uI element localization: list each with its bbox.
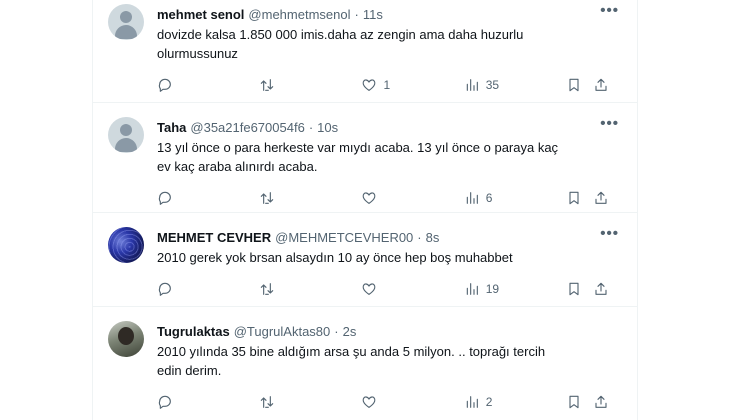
bookmark-button[interactable]	[566, 77, 594, 93]
tweet[interactable]: ••• Taha @35a21fe670054f6 · 10s 13 yıl ö…	[93, 103, 637, 213]
tweet[interactable]: Tugrulaktas @TugrulAktas80 · 2s 2010 yıl…	[93, 307, 637, 420]
share-icon	[595, 395, 608, 408]
tweet[interactable]: ••• mehmet senol @mehmetmsenol · 11s dov…	[93, 0, 637, 103]
tweet-text: 2010 yılında 35 bine aldığım arsa şu and…	[157, 344, 546, 378]
tweet-header: Taha @35a21fe670054f6 · 10s	[157, 117, 621, 137]
timestamp[interactable]: 11s	[363, 7, 383, 22]
like-icon	[363, 192, 376, 204]
more-options-icon[interactable]: •••	[600, 115, 619, 132]
retweet-icon	[261, 396, 274, 408]
avatar[interactable]	[108, 117, 144, 153]
separator: ·	[417, 229, 422, 245]
tweet-text: 13 yıl önce o para herkeste var mıydı ac…	[157, 140, 559, 174]
bookmark-icon	[569, 395, 579, 409]
bookmark-button[interactable]	[566, 394, 594, 410]
reply-icon	[158, 78, 171, 92]
views-icon	[466, 192, 478, 204]
like-button[interactable]: 1	[361, 77, 463, 93]
tweet-header: mehmet senol @mehmetmsenol · 11s	[157, 4, 621, 24]
avatar[interactable]	[108, 227, 144, 263]
tweet-header: Tugrulaktas @TugrulAktas80 · 2s	[157, 321, 621, 341]
views-count: 35	[485, 78, 500, 92]
tweet[interactable]: ••• MEHMET CEVHER @MEHMETCEVHER00 · 8s 2…	[93, 213, 637, 307]
more-options-icon[interactable]: •••	[600, 225, 619, 242]
user-handle[interactable]: @MEHMETCEVHER00	[275, 230, 413, 245]
views-button[interactable]: 2	[464, 394, 566, 410]
share-button[interactable]	[593, 190, 621, 206]
share-button[interactable]	[593, 394, 621, 410]
avatar[interactable]	[108, 321, 144, 357]
avatar[interactable]	[108, 4, 144, 40]
tweet-text: dovizde kalsa 1.850 000 imis.daha az zen…	[157, 27, 524, 61]
retweet-button[interactable]	[259, 190, 361, 206]
reply-button[interactable]	[157, 394, 259, 410]
like-icon	[363, 79, 376, 91]
bookmark-button[interactable]	[566, 190, 594, 206]
views-count: 2	[485, 395, 493, 409]
views-icon	[466, 283, 478, 295]
reply-icon	[158, 395, 171, 409]
timeline: ••• mehmet senol @mehmetmsenol · 11s dov…	[92, 0, 638, 420]
tweet-actions: 19	[157, 271, 621, 307]
like-icon	[363, 396, 376, 408]
retweet-button[interactable]	[259, 281, 361, 297]
retweet-button[interactable]	[259, 394, 361, 410]
separator: ·	[308, 119, 314, 135]
bookmark-icon	[569, 282, 579, 296]
views-button[interactable]: 6	[464, 190, 566, 206]
timestamp[interactable]: 2s	[343, 324, 357, 339]
more-options-icon[interactable]: •••	[600, 2, 619, 19]
retweet-button[interactable]	[259, 77, 361, 93]
like-button[interactable]	[361, 281, 463, 297]
display-name[interactable]: mehmet senol	[157, 7, 244, 22]
views-button[interactable]: 35	[464, 77, 566, 93]
display-name[interactable]: Tugrulaktas	[157, 324, 230, 339]
share-button[interactable]	[593, 281, 621, 297]
timestamp[interactable]: 8s	[426, 230, 440, 245]
share-button[interactable]	[593, 77, 621, 93]
display-name[interactable]: MEHMET CEVHER	[157, 230, 271, 245]
retweet-icon	[261, 192, 274, 204]
timestamp[interactable]: 10s	[317, 120, 338, 135]
views-button[interactable]: 19	[464, 281, 566, 297]
tweet-actions: 1 35	[157, 67, 621, 103]
like-button[interactable]	[361, 394, 463, 410]
bookmark-button[interactable]	[566, 281, 594, 297]
reply-icon	[158, 191, 171, 205]
share-icon	[595, 282, 608, 295]
tweet-actions: 2	[157, 384, 621, 420]
bookmark-icon	[569, 191, 579, 205]
reply-button[interactable]	[157, 77, 259, 93]
user-handle[interactable]: @mehmetmsenol	[248, 7, 350, 22]
retweet-icon	[261, 79, 274, 91]
display-name[interactable]: Taha	[157, 120, 186, 135]
reply-button[interactable]	[157, 190, 259, 206]
like-icon	[363, 283, 376, 295]
views-icon	[466, 396, 478, 408]
views-count: 6	[485, 191, 493, 205]
bookmark-icon	[569, 78, 579, 92]
user-handle[interactable]: @35a21fe670054f6	[190, 120, 304, 135]
views-icon	[466, 79, 478, 91]
like-button[interactable]	[361, 190, 463, 206]
user-handle[interactable]: @TugrulAktas80	[234, 324, 331, 339]
reply-icon	[158, 282, 171, 296]
tweet-header: MEHMET CEVHER @MEHMETCEVHER00 · 8s	[157, 227, 621, 247]
tweet-actions: 6	[157, 180, 621, 216]
like-count: 1	[383, 78, 391, 92]
retweet-icon	[261, 283, 274, 295]
views-count: 19	[485, 282, 500, 296]
separator: ·	[334, 323, 339, 339]
tweet-text: 2010 gerek yok brsan alsaydın 10 ay önce…	[157, 250, 513, 265]
separator: ·	[354, 6, 359, 22]
share-icon	[595, 78, 608, 91]
reply-button[interactable]	[157, 281, 259, 297]
share-icon	[595, 191, 608, 204]
